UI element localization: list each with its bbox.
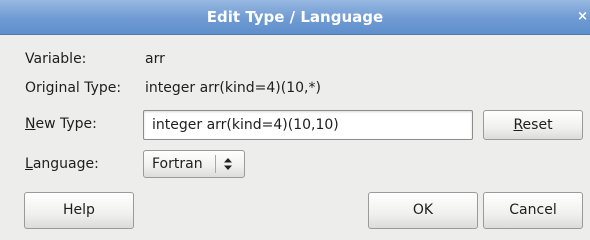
ok-button[interactable]: OK <box>368 192 478 229</box>
new-type-label: New Type: <box>25 116 97 132</box>
reset-mnemonic: R <box>513 117 523 133</box>
language-selected-value: Fortran <box>152 156 203 172</box>
new-type-input[interactable]: integer arr(kind=4)(10,10) <box>143 110 473 140</box>
language-select[interactable]: Fortran <box>143 150 245 178</box>
new-type-label-text: ew Type: <box>35 116 97 132</box>
variable-label: Variable: <box>25 51 87 67</box>
close-icon[interactable]: × <box>577 0 588 34</box>
variable-value: arr <box>145 51 165 67</box>
original-type-value: integer arr(kind=4)(10,*) <box>145 80 321 96</box>
select-separator <box>215 155 216 173</box>
new-type-mnemonic: N <box>25 116 36 132</box>
reset-button-label: eset <box>522 117 553 133</box>
cancel-button[interactable]: Cancel <box>483 192 583 229</box>
language-label-text: anguage: <box>32 156 99 172</box>
dialog-titlebar[interactable]: Edit Type / Language × <box>0 0 590 35</box>
language-mnemonic: L <box>25 156 33 172</box>
language-label: Language: <box>25 156 99 172</box>
original-type-label: Original Type: <box>25 80 122 96</box>
dialog-title: Edit Type / Language <box>206 8 384 26</box>
help-button[interactable]: Help <box>24 192 134 229</box>
updown-arrows-icon <box>224 158 232 170</box>
reset-button[interactable]: Reset <box>483 110 583 140</box>
